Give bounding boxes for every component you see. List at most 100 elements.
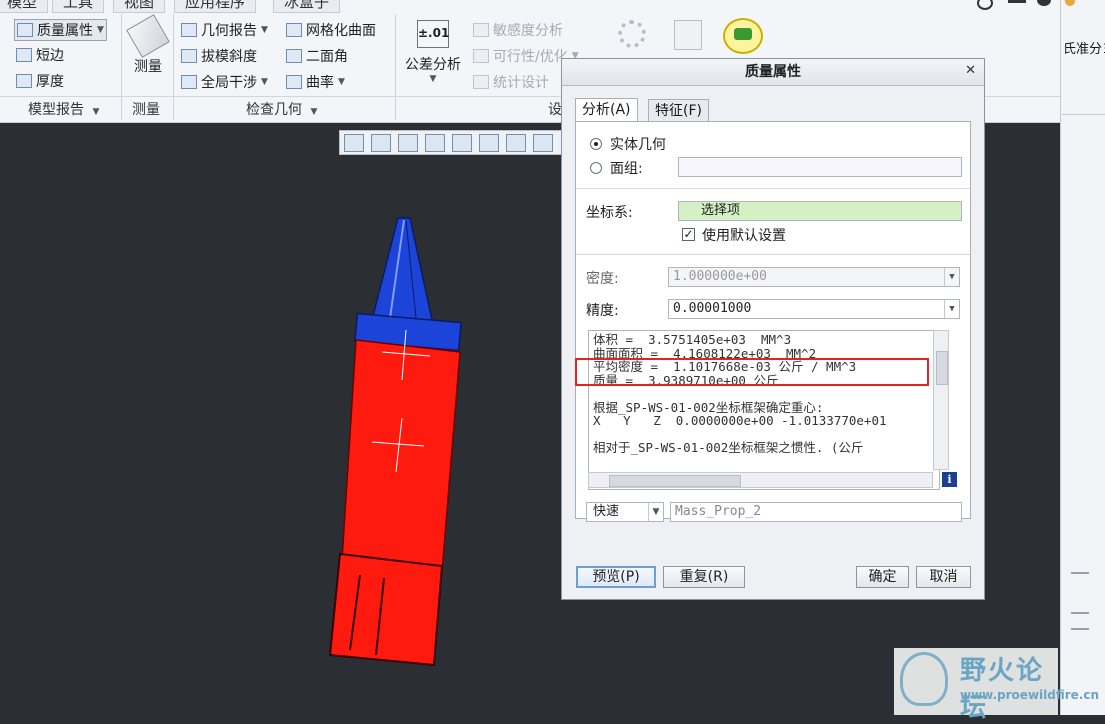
preview-button[interactable]: 预览(P) <box>576 566 656 588</box>
feasibility-label: 可行性/优化 <box>493 49 568 65</box>
info-icon[interactable]: i <box>942 472 957 487</box>
tab-model[interactable]: 模型 <box>0 0 49 13</box>
ruler-icon <box>126 14 170 58</box>
datum-display-icon[interactable] <box>533 133 553 152</box>
draft-label: 拔模斜度 <box>201 49 257 65</box>
mode-select[interactable]: 快速 ▼ <box>586 502 664 522</box>
group-label-model-report[interactable]: 模型报告 ▼ <box>28 99 99 119</box>
chevron-down-icon[interactable]: ▼ <box>97 25 104 35</box>
group-label-design: 设 <box>548 102 562 118</box>
watermark-url: www.proewildfire.cn <box>960 688 1100 702</box>
list-icon[interactable] <box>1071 612 1089 630</box>
mass-properties-icon <box>17 23 33 37</box>
draft-icon <box>181 49 197 63</box>
tab-icebox[interactable]: 冰盒子 <box>273 0 341 13</box>
ok-button[interactable]: 确定 <box>856 566 909 588</box>
chevron-down-icon[interactable]: ▼ <box>261 77 268 87</box>
short-edge-button[interactable]: 短边 <box>16 45 64 65</box>
mass-properties-label: 质量属性 <box>37 23 93 39</box>
tab-view[interactable]: 视图 <box>113 0 166 13</box>
results-textarea[interactable]: 体积 = 3.5751405e+03 MM^3 曲面面积 = 4.1608122… <box>588 330 940 490</box>
minimize-icon[interactable] <box>1008 0 1026 3</box>
right-panel-label: 氏准分ヨ <box>1063 42 1105 57</box>
zoom-out-icon[interactable] <box>398 133 418 152</box>
tab-applications[interactable]: 应用程序 <box>174 0 257 13</box>
group-label-measure: 测量 <box>132 102 160 118</box>
results-text: 体积 = 3.5751405e+03 MM^3 曲面面积 = 4.1608122… <box>593 332 887 455</box>
solid-geometry-radio[interactable] <box>590 138 602 150</box>
thickness-label: 厚度 <box>36 74 64 90</box>
close-icon[interactable]: ✕ <box>965 63 976 78</box>
thickness-button[interactable]: 厚度 <box>16 71 64 91</box>
collapse-up-icon[interactable] <box>1071 572 1089 590</box>
scroll-thumb[interactable] <box>609 475 741 487</box>
refit-icon[interactable] <box>344 133 364 152</box>
right-panel: 氏准分ヨ <box>1060 0 1105 715</box>
repaint-icon[interactable] <box>425 133 445 152</box>
short-edge-label: 短边 <box>36 48 64 64</box>
mesh-surface-icon <box>286 23 302 37</box>
chevron-down-icon: ▼ <box>310 107 318 117</box>
chevron-down-icon[interactable]: ▼ <box>648 503 663 521</box>
geometry-report-button[interactable]: 几何报告 ▼ <box>181 20 268 40</box>
chevron-down-icon[interactable]: ▼ <box>944 300 959 318</box>
icebox-chip <box>734 28 752 40</box>
chevron-down-icon[interactable]: ▼ <box>261 25 268 35</box>
tab-tools[interactable]: 工具 <box>52 0 105 13</box>
tab-feature[interactable]: 特征(F) <box>648 99 709 122</box>
chevron-down-icon[interactable]: ▼ <box>400 74 466 84</box>
results-vertical-scrollbar[interactable] <box>933 330 949 470</box>
curvature-label: 曲率 <box>306 75 334 91</box>
watermark: 野火论坛 www.proewildfire.cn <box>894 648 1099 723</box>
sensitivity-icon <box>473 23 489 37</box>
watermark-logo-icon <box>900 652 948 706</box>
draft-button[interactable]: 拔模斜度 <box>181 46 257 66</box>
chevron-down-icon[interactable]: ▼ <box>338 77 345 87</box>
divider <box>1062 114 1105 115</box>
saved-views-icon[interactable] <box>479 133 499 152</box>
statistical-icon <box>473 75 489 89</box>
coord-sys-collector[interactable]: 选择项 <box>678 201 962 221</box>
annotation-highlight-box <box>575 358 929 386</box>
repeat-button[interactable]: 重复(R) <box>663 566 745 588</box>
icebox-icon[interactable] <box>723 18 763 54</box>
precision-field[interactable]: 0.00001000 ▼ <box>668 299 960 319</box>
view-manager-icon[interactable] <box>506 133 526 152</box>
display-style-icon[interactable] <box>452 133 472 152</box>
results-horizontal-scrollbar[interactable] <box>588 472 933 488</box>
model-viewport[interactable] <box>320 210 470 680</box>
plugin-icon[interactable] <box>674 20 702 50</box>
global-interference-button[interactable]: 全局干涉 ▼ <box>181 72 268 92</box>
quilt-collector[interactable] <box>678 157 962 177</box>
mass-properties-button[interactable]: 质量属性 ▼ <box>14 19 107 41</box>
dialog-title: 质量属性 <box>562 59 984 86</box>
use-default-checkbox[interactable]: ✓ <box>682 228 695 241</box>
cancel-button[interactable]: 取消 <box>916 566 971 588</box>
tolerance-analysis-button[interactable]: ±.01 公差分析 ▼ <box>400 20 466 84</box>
curvature-icon <box>286 75 302 89</box>
solid-geometry-label: 实体几何 <box>610 137 666 153</box>
chevron-down-icon[interactable]: ▼ <box>944 268 959 286</box>
tolerance-icon: ±.01 <box>417 20 449 48</box>
chevron-down-icon: ▼ <box>92 107 100 117</box>
dihedral-button[interactable]: 二面角 <box>286 46 348 66</box>
scroll-thumb[interactable] <box>936 351 948 385</box>
divider <box>576 188 970 189</box>
tab-analysis[interactable]: 分析(A) <box>575 98 638 123</box>
sensitivity-analysis-button[interactable]: 敏感度分析 <box>473 20 563 40</box>
feasibility-icon <box>473 49 489 63</box>
curvature-button[interactable]: 曲率 ▼ <box>286 72 345 92</box>
measure-button[interactable]: 测量 <box>126 14 170 76</box>
statistical-design-button[interactable]: 统计设计 <box>473 72 549 92</box>
use-default-label: 使用默认设置 <box>702 228 786 244</box>
geometry-report-label: 几何报告 <box>201 23 257 39</box>
density-field[interactable]: 1.000000e+00 ▼ <box>668 267 960 287</box>
zoom-in-icon[interactable] <box>371 133 391 152</box>
divider <box>576 254 970 255</box>
feature-name-field[interactable]: Mass_Prop_2 <box>670 502 962 522</box>
mesh-surface-button[interactable]: 网格化曲面 <box>286 20 376 40</box>
group-label-inspect[interactable]: 检查几何 ▼ <box>246 99 317 119</box>
gear-icon[interactable] <box>618 20 646 48</box>
quilt-radio[interactable] <box>590 162 602 174</box>
model-red-base <box>328 552 444 667</box>
